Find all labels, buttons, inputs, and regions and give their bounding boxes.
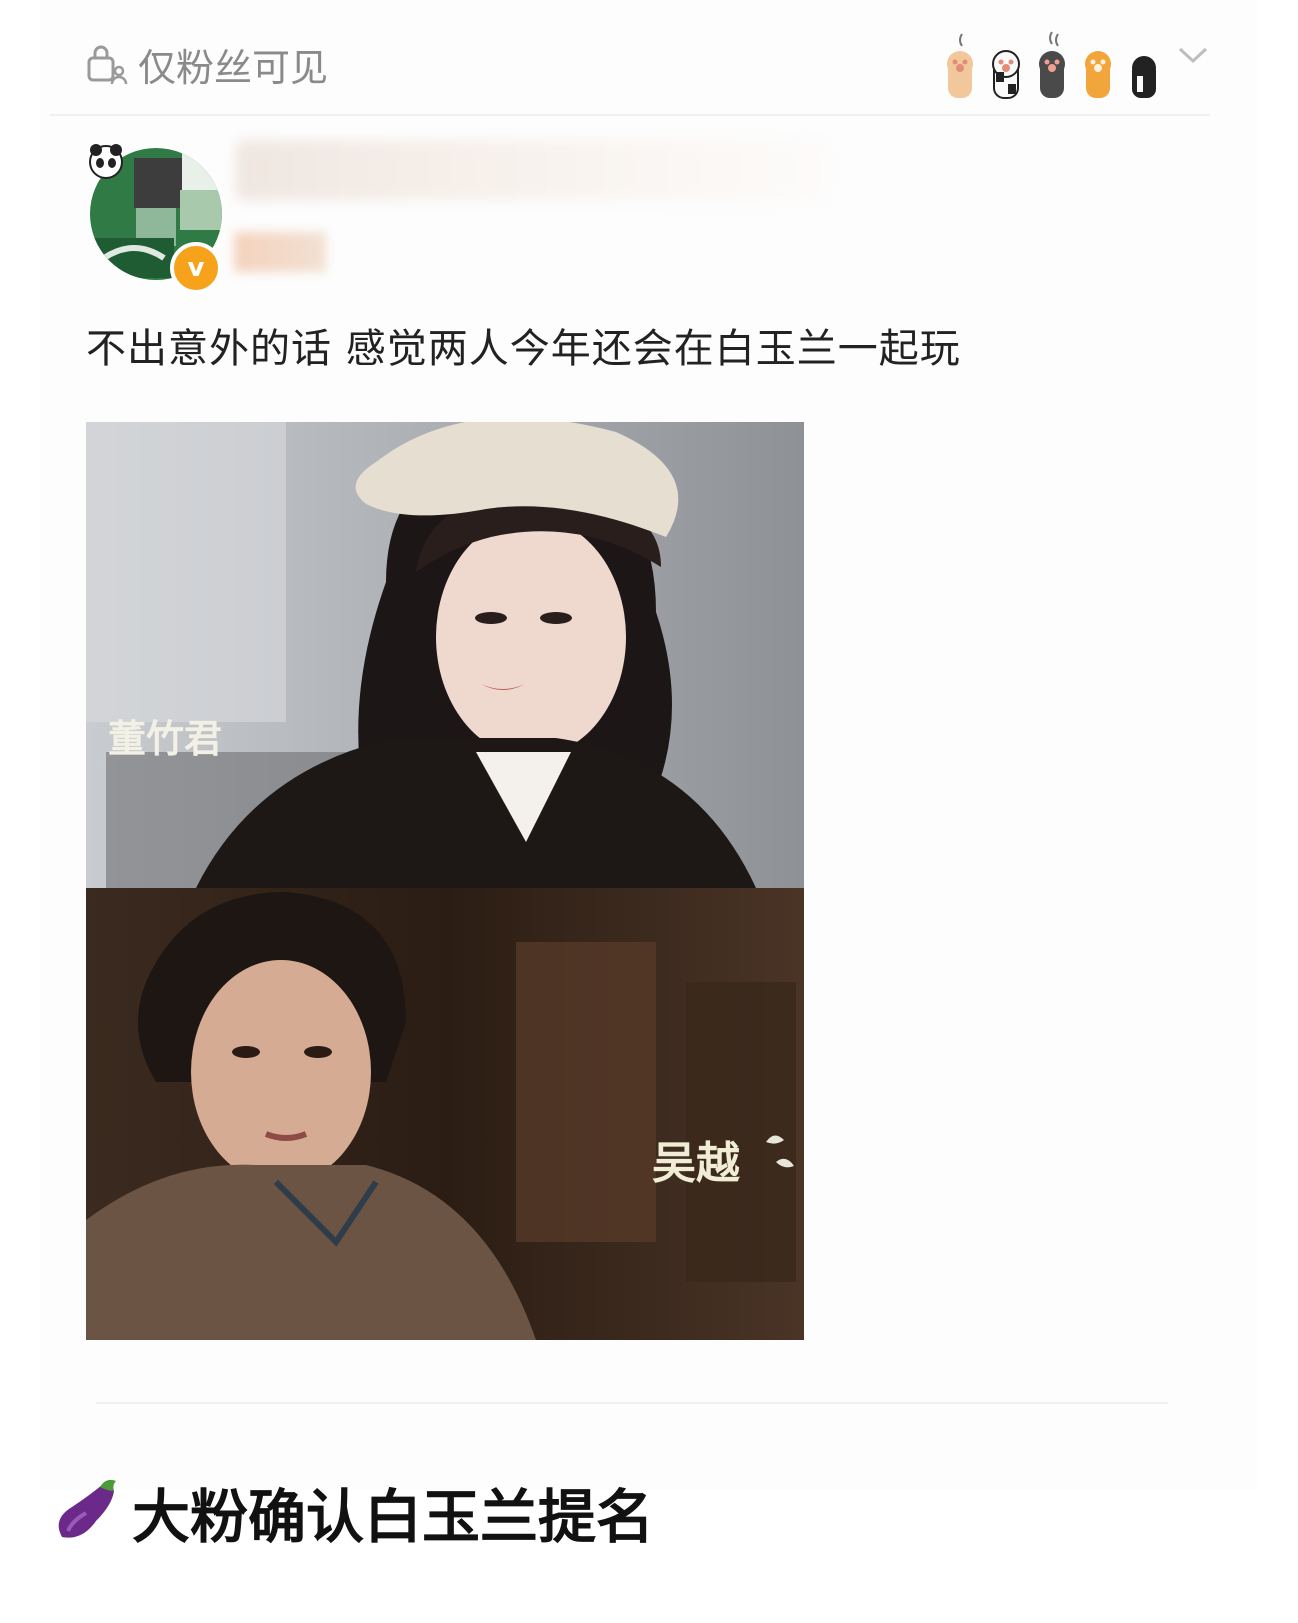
cat-paw-icon xyxy=(1085,51,1111,98)
cat-paw-icon xyxy=(992,50,1020,99)
chevron-down-icon[interactable] xyxy=(1176,44,1210,66)
cat-paw-icon xyxy=(947,33,973,98)
eggplant-icon xyxy=(58,1479,116,1538)
cat-paw-icon xyxy=(1039,31,1065,98)
author-name-redacted[interactable] xyxy=(236,140,826,200)
drama-stills: 董竹君 吴越 xyxy=(86,422,804,1340)
cat-paw-icon xyxy=(1132,56,1156,98)
visibility-label: 仅粉丝可见 xyxy=(138,45,329,90)
divider xyxy=(96,1402,1168,1404)
lock-person-icon xyxy=(87,45,128,85)
post-image[interactable]: 董竹君 吴越 xyxy=(86,422,804,1340)
post-decoration xyxy=(940,14,1210,100)
bottom-caption: 吴越 xyxy=(652,1138,741,1189)
divider xyxy=(50,114,1210,116)
author-meta-redacted xyxy=(234,232,326,272)
headline-text: 大粉确认白玉兰提名 xyxy=(132,1483,655,1551)
verified-icon: v xyxy=(170,242,222,294)
top-caption: 董竹君 xyxy=(108,716,222,761)
post-text: 不出意外的话 感觉两人今年还会在白玉兰一起玩 xyxy=(86,326,961,372)
visibility-indicator: 仅粉丝可见 xyxy=(86,36,328,92)
headline: 大粉确认白玉兰提名 xyxy=(48,1470,654,1554)
